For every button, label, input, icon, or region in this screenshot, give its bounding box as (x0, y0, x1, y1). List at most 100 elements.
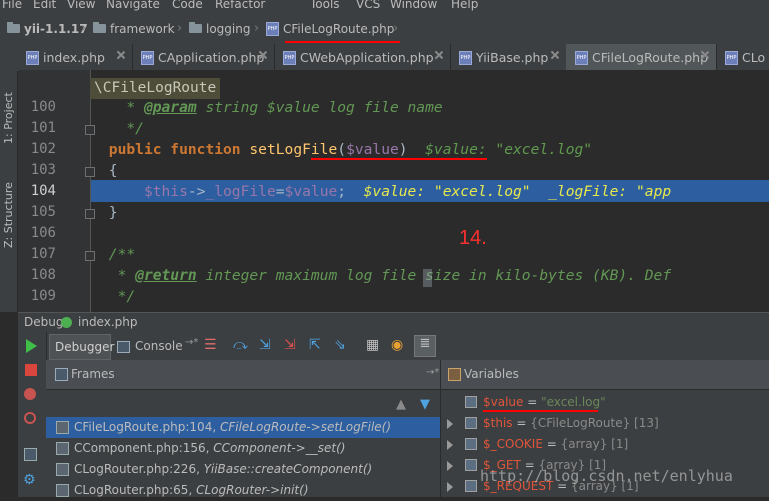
layout-icon[interactable]: ≣ (414, 335, 436, 357)
code-line-107: /** (108, 246, 136, 263)
fold-marker-icon[interactable] (85, 251, 95, 261)
close-icon[interactable] (435, 51, 443, 59)
menu-vcs[interactable]: VCS (356, 0, 380, 11)
close-icon[interactable] (259, 51, 267, 59)
variable-text: $_COOKIE = {array} [1] (483, 437, 628, 451)
tab-index-php[interactable]: PHP index.php (17, 44, 133, 70)
step-out-icon[interactable]: ⇱ (309, 337, 325, 353)
restore-layout-icon[interactable] (24, 448, 37, 461)
menu-refactor[interactable]: Refactor (215, 0, 265, 11)
force-step-into-icon[interactable]: ⇲ (284, 337, 300, 353)
frame-label: CFileLogRoute.php:104, CFileLogRoute->se… (74, 420, 391, 434)
menu-edit[interactable]: Edit (33, 0, 56, 11)
variables-header: Variables (441, 360, 769, 390)
php-file-icon: PHP (283, 51, 296, 65)
step-into-icon[interactable]: ⇲ (259, 337, 275, 353)
menu-bar: File Edit View Navigate Code Refactor To… (0, 0, 769, 13)
line-number: 103 (30, 162, 56, 178)
next-frame-icon[interactable]: ▼ (420, 397, 430, 412)
line-number: 100 (30, 99, 56, 115)
chevron-right-icon: › (254, 21, 260, 36)
menu-view[interactable]: View (67, 0, 95, 11)
run-to-cursor-icon[interactable]: ⇘ (334, 337, 350, 353)
line-number: 109 (30, 288, 56, 304)
menu-window[interactable]: Window (390, 0, 437, 11)
tab-label: index.php (43, 50, 105, 65)
frame-file: CComponent.php:156, (74, 441, 210, 455)
folder-icon (7, 22, 20, 33)
line-number: 101 (30, 120, 56, 136)
watermark: http://blog.csdn.net/enlyhua (480, 467, 733, 485)
breadcrumb-framework[interactable]: framework (110, 22, 175, 36)
breadcrumb-project[interactable]: yii-1.1.17 (24, 22, 88, 36)
breadcrumb-logging[interactable]: logging (206, 22, 250, 36)
annotation-underline (311, 158, 487, 160)
expand-arrow-icon[interactable] (447, 419, 453, 429)
tab-debugger[interactable]: Debugger (49, 334, 114, 360)
line-gutter[interactable]: 100 101 102 103 104 105 106 107 108 109 (18, 70, 95, 312)
php-file-icon: PHP (141, 51, 154, 65)
tab-yiibase-php[interactable]: PHP YiiBase.php (450, 44, 567, 70)
frames-header: Frames →* (46, 360, 440, 390)
structure-tool-button[interactable]: Z: Structure (2, 182, 15, 248)
frame-method: CLogRouter->init() (196, 483, 309, 497)
menu-navigate[interactable]: Navigate (106, 0, 160, 11)
show-execution-point-icon[interactable]: ☰ (204, 337, 220, 353)
expand-arrow-icon[interactable] (447, 440, 453, 450)
folder-icon (93, 22, 106, 33)
close-icon[interactable] (701, 51, 709, 59)
menu-file[interactable]: File (2, 0, 22, 11)
menu-help[interactable]: Help (451, 0, 478, 11)
tab-console[interactable]: Console →* (114, 334, 202, 358)
php-file-icon: PHP (575, 51, 588, 65)
variable-name: $_COOKIE (483, 437, 543, 451)
php-file-icon (56, 442, 69, 455)
tab-clo[interactable]: PHP CLo (716, 44, 769, 70)
frame-row[interactable]: CFileLogRoute.php:104, CFileLogRoute->se… (46, 417, 440, 438)
debugger-toolbar: Debugger Console →* ☰ ⤼ ⇲ ⇲ ⇱ ⇘ ▦ ◉ ≣ (18, 332, 769, 361)
resume-icon[interactable] (26, 339, 37, 353)
project-tool-button[interactable]: 1: Project (2, 92, 15, 144)
evaluate-expression-icon[interactable]: ▦ (366, 337, 382, 353)
breadcrumb-file[interactable]: CFileLogRoute.php (283, 22, 394, 36)
close-icon[interactable] (551, 51, 559, 59)
mute-breakpoints-icon[interactable] (24, 412, 36, 424)
frame-file: CFileLogRoute.php:104, (74, 420, 217, 434)
expand-arrow-icon[interactable] (447, 482, 453, 492)
frame-row[interactable]: CLogRouter.php:65, CLogRouter->init() (46, 480, 440, 501)
close-icon[interactable] (117, 51, 125, 59)
fold-marker-icon[interactable] (85, 209, 95, 219)
variable-row[interactable]: $_COOKIE = {array} [1] (441, 434, 769, 455)
watch-icon[interactable]: ◉ (391, 337, 407, 353)
tab-label: CApplication.php (158, 50, 265, 65)
chevron-right-icon: › (81, 21, 87, 36)
tab-capplication-php[interactable]: PHP CApplication.php (132, 44, 275, 70)
annotation-underline (285, 41, 400, 43)
frame-row[interactable]: CLogRouter.php:226, YiiBase::createCompo… (46, 459, 440, 480)
variable-name: $this (483, 416, 513, 430)
variable-value: "excel.log" (541, 395, 606, 409)
menu-tools[interactable]: Tools (310, 0, 340, 11)
line-number: 106 (30, 225, 56, 241)
frame-row[interactable]: CComponent.php:156, CComponent->__set() (46, 438, 440, 459)
line-number: 107 (30, 246, 56, 262)
frame-file: CLogRouter.php:226, (74, 462, 200, 476)
view-breakpoints-icon[interactable] (24, 388, 36, 400)
fold-marker-icon[interactable] (85, 125, 95, 135)
variable-row[interactable]: $this = {CFileLogRoute} [13] (441, 413, 769, 434)
tab-cwebapplication-php[interactable]: PHP CWebApplication.php (274, 44, 451, 70)
stop-icon[interactable] (25, 364, 37, 376)
pin-arrow-icon[interactable]: →* (426, 367, 439, 378)
code-editor[interactable]: 100 101 102 103 104 105 106 107 108 109 … (18, 70, 769, 312)
previous-frame-icon[interactable]: ▲ (396, 397, 406, 412)
settings-gear-icon[interactable]: ⚙ (23, 472, 36, 488)
fold-marker-icon[interactable] (85, 167, 95, 177)
expand-arrow-icon[interactable] (447, 461, 453, 471)
tab-cfilelogroute-php[interactable]: PHP CFileLogRoute.php (566, 44, 717, 70)
editor-tabs: PHP index.php PHP CApplication.php PHP C… (17, 44, 769, 71)
step-over-icon[interactable]: ⤼ (233, 337, 249, 353)
menu-code[interactable]: Code (172, 0, 203, 11)
step-annotation: 14. (459, 227, 487, 249)
code-line-105: } (100, 204, 118, 221)
class-context-hint: \CFileLogRoute (90, 78, 221, 99)
